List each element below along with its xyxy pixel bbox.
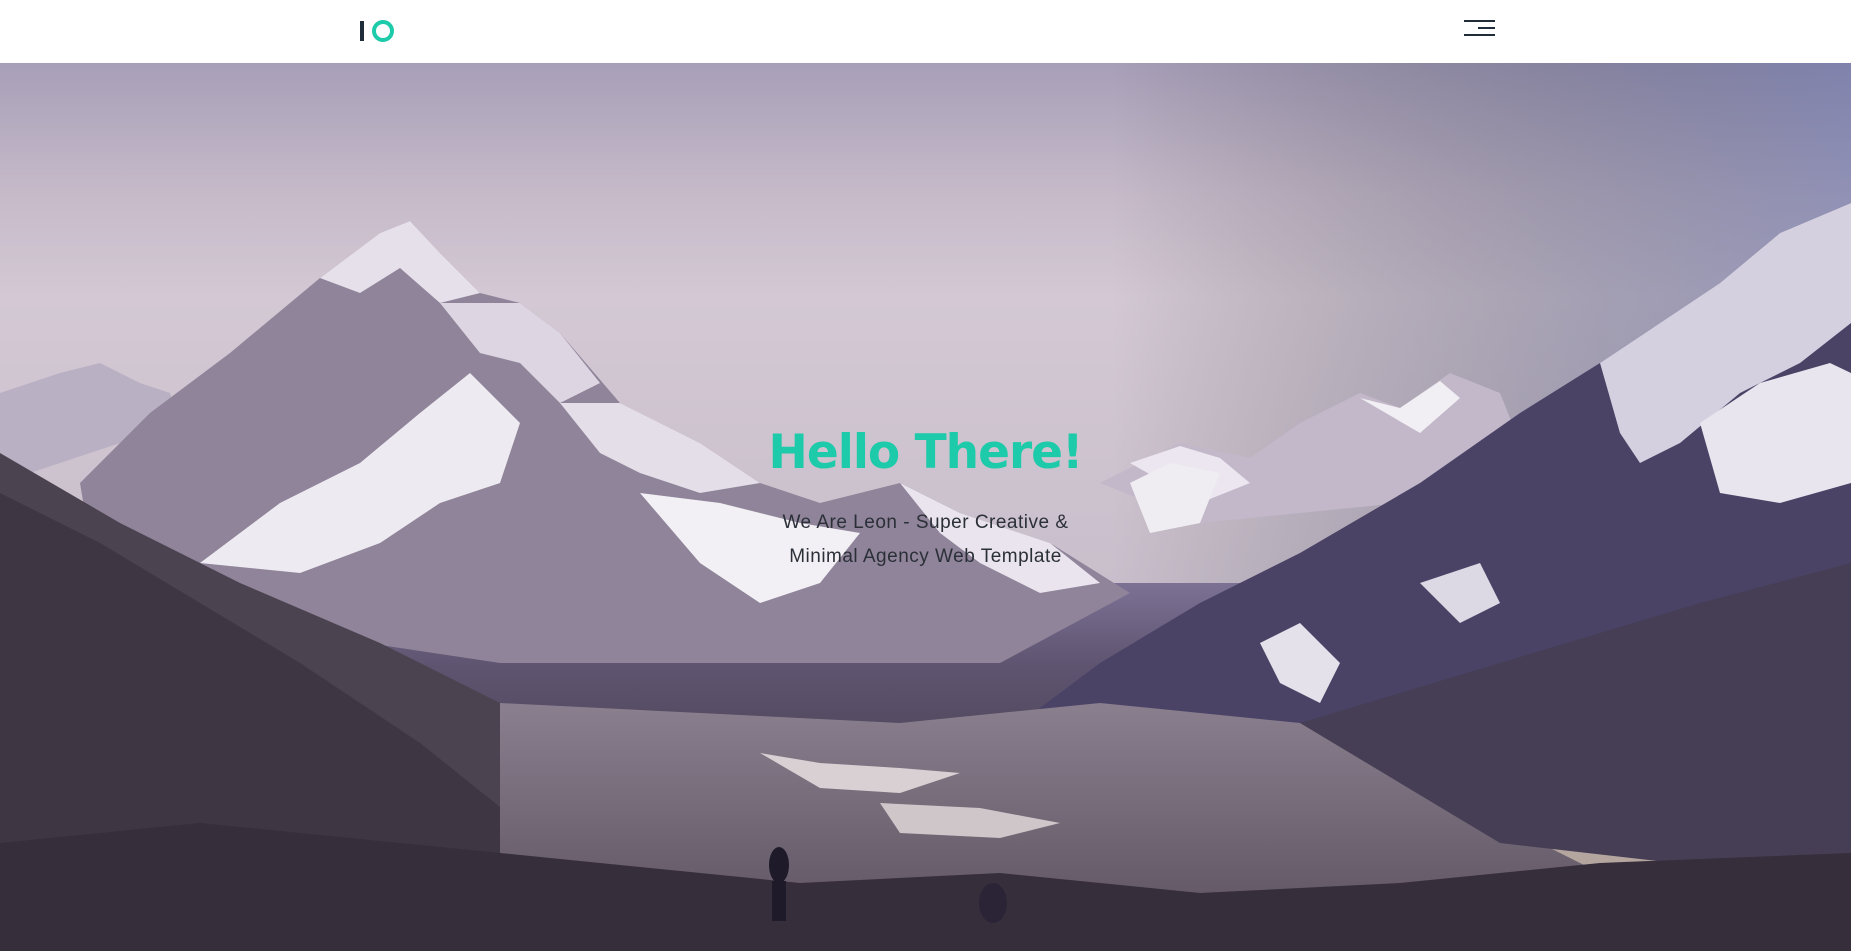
logo-ring-icon xyxy=(372,20,394,42)
menu-line-icon xyxy=(1478,27,1495,29)
hero-subtitle-line: Minimal Agency Web Template xyxy=(789,546,1062,567)
hero-subtitle: We Are Leon - Super Creative & Minimal A… xyxy=(0,506,1851,574)
logo-link[interactable] xyxy=(358,19,398,43)
hero-subtitle-line: We Are Leon - Super Creative & xyxy=(782,512,1069,533)
logo-bar-icon xyxy=(360,21,364,41)
hamburger-menu-button[interactable] xyxy=(1464,18,1498,40)
menu-line-icon xyxy=(1464,34,1495,36)
hero-section: Hello There! We Are Leon - Super Creativ… xyxy=(0,63,1851,951)
site-header xyxy=(0,0,1851,63)
menu-line-icon xyxy=(1464,20,1495,22)
hero-title: Hello There! xyxy=(768,425,1084,480)
